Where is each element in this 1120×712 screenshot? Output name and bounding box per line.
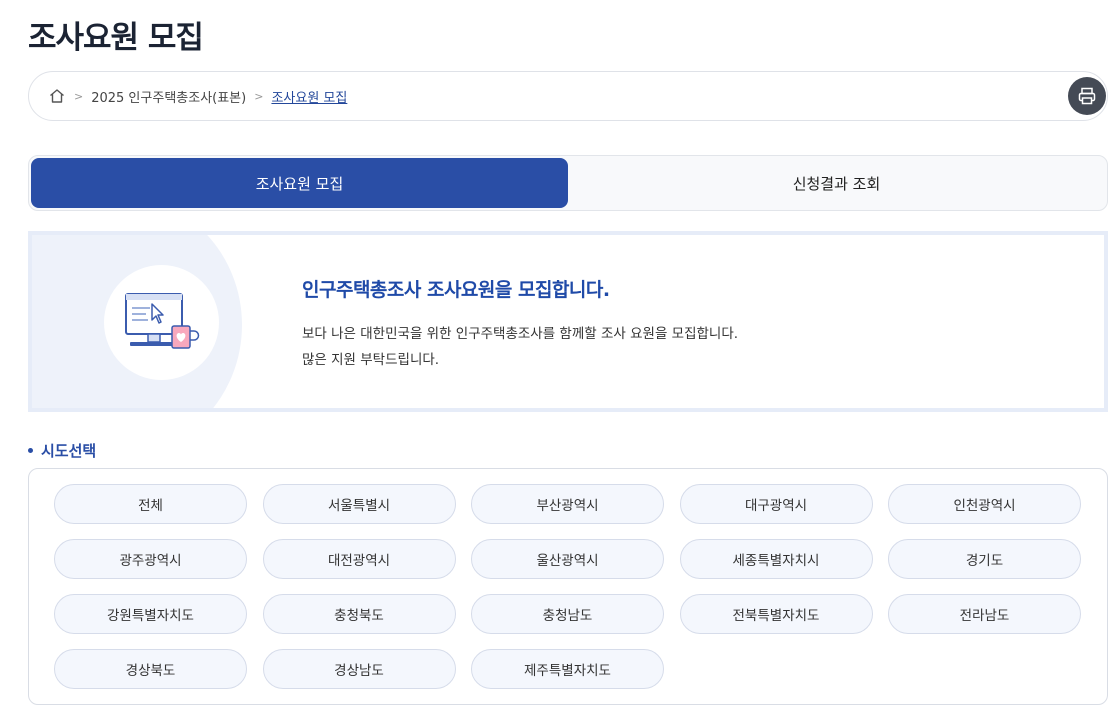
region-button[interactable]: 경상남도	[262, 649, 456, 689]
breadcrumb-item[interactable]: 2025 인구주택총조사(표본)	[91, 87, 246, 106]
region-button[interactable]: 광주광역시	[54, 539, 247, 579]
page-title: 조사요원 모집	[28, 20, 204, 56]
breadcrumb-current[interactable]: 조사요원 모집	[271, 87, 347, 106]
print-icon	[1078, 87, 1096, 105]
region-button[interactable]: 전체	[54, 484, 247, 524]
chevron-right-icon: >	[74, 89, 84, 103]
region-button[interactable]: 부산광역시	[471, 484, 664, 524]
bullet-icon	[28, 448, 33, 453]
region-button[interactable]: 인천광역시	[888, 484, 1081, 524]
region-button[interactable]: 제주특별자치도	[471, 649, 664, 689]
region-button[interactable]: 경기도	[888, 539, 1081, 579]
tab-recruit[interactable]: 조사요원 모집	[31, 158, 568, 208]
banner-illustration	[104, 265, 219, 380]
region-button[interactable]: 울산광역시	[471, 539, 664, 579]
banner-description-line: 많은 지원 부탁드립니다.	[302, 352, 440, 368]
region-button[interactable]: 서울특별시	[262, 484, 456, 524]
region-select-box: 전체 서울특별시 부산광역시 대구광역시 인천광역시 광주광역시 대전광역시 울…	[28, 468, 1108, 705]
region-button[interactable]: 전북특별자치도	[679, 594, 873, 634]
region-section-label: 시도선택	[41, 442, 97, 460]
region-button[interactable]: 대전광역시	[262, 539, 456, 579]
intro-banner: 인구주택총조사 조사요원을 모집합니다. 보다 나은 대한민국을 위한 인구주택…	[28, 231, 1108, 412]
banner-headline: 인구주택총조사 조사요원을 모집합니다.	[302, 279, 610, 301]
banner-description: 보다 나은 대한민국을 위한 인구주택총조사를 함께할 조사 요원을 모집합니다…	[302, 321, 738, 373]
home-icon[interactable]	[48, 87, 66, 105]
region-section-title: 시도선택	[28, 440, 96, 461]
region-button[interactable]: 충청북도	[262, 594, 456, 634]
region-button[interactable]: 전라남도	[888, 594, 1081, 634]
region-button[interactable]: 강원특별자치도	[54, 594, 247, 634]
tab-bar: 조사요원 모집 신청결과 조회	[28, 155, 1108, 211]
print-button[interactable]	[1068, 77, 1106, 115]
breadcrumb: > 2025 인구주택총조사(표본) > 조사요원 모집	[28, 71, 1108, 121]
banner-description-line: 보다 나은 대한민국을 위한 인구주택총조사를 함께할 조사 요원을 모집합니다…	[302, 326, 739, 342]
region-button[interactable]: 세종특별자치시	[679, 539, 873, 579]
monitor-mug-illustration	[124, 292, 199, 349]
region-button[interactable]: 대구광역시	[679, 484, 873, 524]
chevron-right-icon: >	[254, 89, 264, 103]
region-button[interactable]: 충청남도	[471, 594, 664, 634]
tab-result-lookup[interactable]: 신청결과 조회	[568, 158, 1105, 208]
region-button[interactable]: 경상북도	[54, 649, 247, 689]
region-grid: 전체 서울특별시 부산광역시 대구광역시 인천광역시 광주광역시 대전광역시 울…	[54, 484, 1081, 689]
